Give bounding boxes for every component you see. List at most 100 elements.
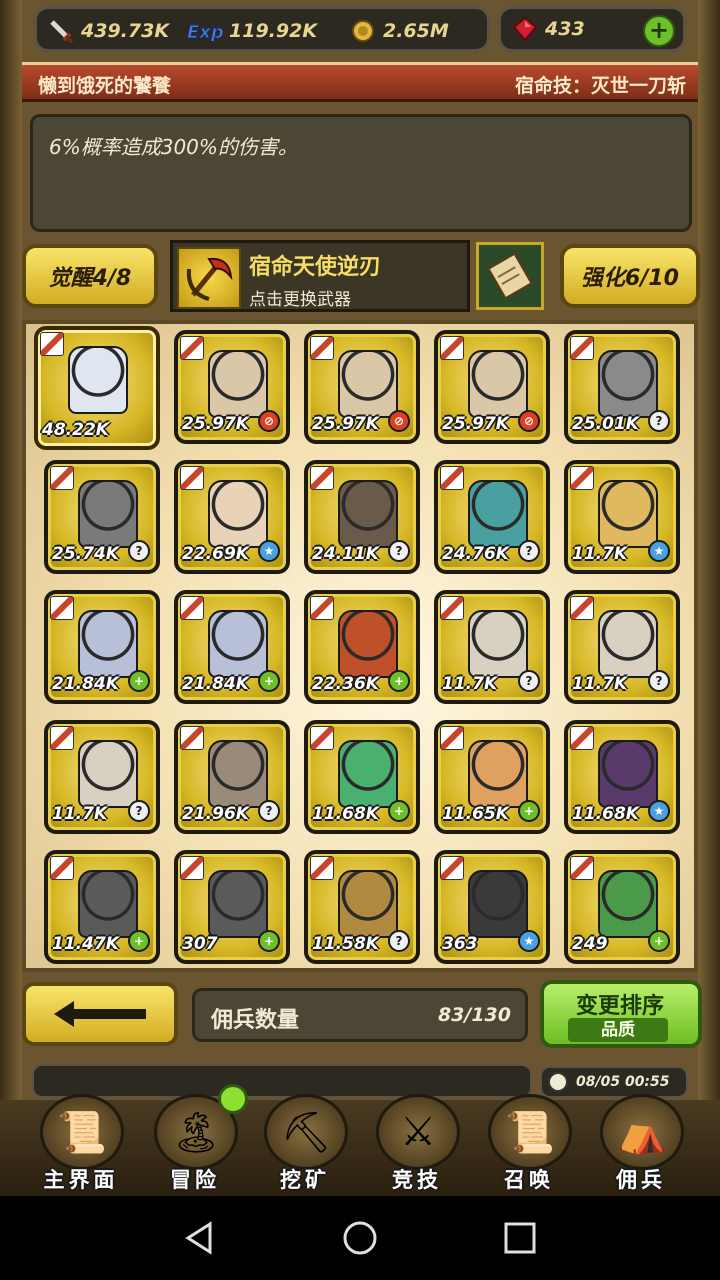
hero-card[interactable]: 11.58K? xyxy=(304,850,420,964)
nav-tent[interactable]: ⛺ 佣兵 xyxy=(586,1094,696,1194)
hero-card[interactable]: 48.22K xyxy=(34,326,160,450)
hero-class-badge-icon: + xyxy=(258,670,280,692)
weapon-tag-icon xyxy=(440,856,464,880)
hero-portrait xyxy=(208,350,268,418)
awaken-button[interactable]: 觉醒4/8 xyxy=(22,244,158,308)
hero-card[interactable]: 22.69K ★ xyxy=(174,460,290,574)
nav-crossed-swords[interactable]: ⚔ 竞技 xyxy=(362,1094,472,1194)
hero-card[interactable]: 25.01K? xyxy=(564,330,680,444)
hero-card[interactable]: 307 + xyxy=(174,850,290,964)
hero-card[interactable]: 25.97K ⊘ xyxy=(304,330,420,444)
hero-card[interactable]: 249 + xyxy=(564,850,680,964)
hero-portrait xyxy=(598,480,658,548)
hero-card[interactable]: 24.11K? xyxy=(304,460,420,574)
change-sort-button[interactable]: 变更排序 品质 xyxy=(540,980,702,1048)
hero-portrait xyxy=(468,870,528,938)
hero-card[interactable]: 22.36K + xyxy=(304,590,420,704)
sword-tag-icon xyxy=(40,332,64,356)
hero-portrait xyxy=(468,480,528,548)
add-gems-button[interactable]: + xyxy=(643,15,675,47)
weapon-tag-icon xyxy=(310,336,334,360)
nav-label: 挖矿 xyxy=(280,1168,330,1192)
weapon-panel[interactable]: 宿命天使逆刃 点击更换武器 xyxy=(170,240,470,312)
hero-power: 48.22K xyxy=(42,420,109,440)
hero-card[interactable]: 11.68K ★ xyxy=(564,720,680,834)
hero-portrait xyxy=(468,350,528,418)
hero-class-badge-icon: ★ xyxy=(648,800,670,822)
hero-class-badge-icon: ? xyxy=(648,670,670,692)
system-home-button[interactable] xyxy=(338,1216,382,1260)
exp-value: 119.92K xyxy=(229,20,318,42)
hero-portrait xyxy=(598,350,658,418)
hero-class-badge-icon: + xyxy=(128,670,150,692)
hero-class-badge-icon: + xyxy=(258,930,280,952)
mercenary-count-box: 佣兵数量 83/130 xyxy=(192,988,528,1042)
mercenary-count-value: 83/130 xyxy=(437,1004,511,1026)
crossed-swords-icon: ⚔ xyxy=(376,1094,460,1170)
hero-power: 22.36K xyxy=(312,674,379,694)
weapon-tag-icon xyxy=(50,466,74,490)
hero-card[interactable]: 11.47K + xyxy=(44,850,160,964)
back-button[interactable] xyxy=(22,982,178,1046)
hero-card[interactable]: 25.97K ⊘ xyxy=(434,330,550,444)
system-recents-button[interactable] xyxy=(498,1216,542,1260)
weapon-tag-icon xyxy=(180,466,204,490)
weapon-name: 宿命天使逆刃 xyxy=(249,255,382,280)
hero-power: 21.84K xyxy=(182,674,249,694)
enhance-button[interactable]: 强化6/10 xyxy=(560,244,700,308)
hero-card[interactable]: 21.84K + xyxy=(44,590,160,704)
weapon-tag-icon xyxy=(440,726,464,750)
summon-scroll-icon: 📜 xyxy=(488,1094,572,1170)
hero-card[interactable]: 363 ★ xyxy=(434,850,550,964)
hero-portrait xyxy=(338,480,398,548)
hero-portrait xyxy=(208,480,268,548)
hero-card[interactable]: 21.96K? xyxy=(174,720,290,834)
hero-portrait xyxy=(338,740,398,808)
weapon-tag-icon xyxy=(180,856,204,880)
hero-card[interactable]: 25.97K ⊘ xyxy=(174,330,290,444)
hero-portrait xyxy=(208,740,268,808)
system-back-button[interactable] xyxy=(178,1216,222,1260)
hero-portrait xyxy=(68,346,128,414)
hero-card[interactable]: 11.7K? xyxy=(434,590,550,704)
scroll-icon[interactable] xyxy=(476,242,544,310)
hero-portrait xyxy=(598,740,658,808)
weapon-tag-icon xyxy=(440,466,464,490)
hero-card[interactable]: 21.84K + xyxy=(174,590,290,704)
hero-portrait xyxy=(338,610,398,678)
hero-card[interactable]: 25.74K? xyxy=(44,460,160,574)
hero-class-badge-icon: ★ xyxy=(258,540,280,562)
hero-class-badge-icon: ⊘ xyxy=(258,410,280,432)
weapon-tag-icon xyxy=(310,596,334,620)
nav-map-scroll[interactable]: 📜 主界面 xyxy=(26,1094,136,1194)
hero-portrait xyxy=(78,870,138,938)
game-screen: 439.73K Exp 119.92K 2.65M 433 + 懒到饿死的饕餮 … xyxy=(0,0,720,1196)
hero-portrait xyxy=(338,350,398,418)
hero-portrait xyxy=(78,610,138,678)
hero-card[interactable]: 11.7K ★ xyxy=(564,460,680,574)
hero-power: 25.97K xyxy=(182,414,249,434)
weapon-tag-icon xyxy=(440,336,464,360)
weapon-change-hint: 点击更换武器 xyxy=(249,290,351,310)
gem-resource: 433 xyxy=(511,15,585,43)
mercenary-count-label: 佣兵数量 xyxy=(211,1008,300,1033)
hero-card[interactable]: 11.65K + xyxy=(434,720,550,834)
hero-card[interactable]: 11.68K + xyxy=(304,720,420,834)
weapon-tag-icon xyxy=(50,726,74,750)
hero-card[interactable]: 24.76K? xyxy=(434,460,550,574)
hero-power: 11.7K xyxy=(52,804,108,824)
hero-card[interactable]: 11.7K? xyxy=(564,590,680,704)
nav-pickaxe[interactable]: ⛏ 挖矿 xyxy=(250,1094,360,1194)
clock-icon xyxy=(548,1072,568,1092)
weapon-tag-icon xyxy=(180,336,204,360)
hero-power: 11.7K xyxy=(572,544,628,564)
hero-power: 11.65K xyxy=(442,804,509,824)
hero-card[interactable]: 11.7K? xyxy=(44,720,160,834)
clock-time: 08/05 00:55 xyxy=(576,1074,670,1090)
system-nav-bar xyxy=(0,1196,720,1280)
hero-power: 11.7K xyxy=(572,674,628,694)
hero-class-badge-icon: ? xyxy=(128,540,150,562)
hero-portrait xyxy=(468,610,528,678)
nav-summon-scroll[interactable]: 📜 召唤 xyxy=(474,1094,584,1194)
hero-class-badge-icon: ★ xyxy=(518,930,540,952)
